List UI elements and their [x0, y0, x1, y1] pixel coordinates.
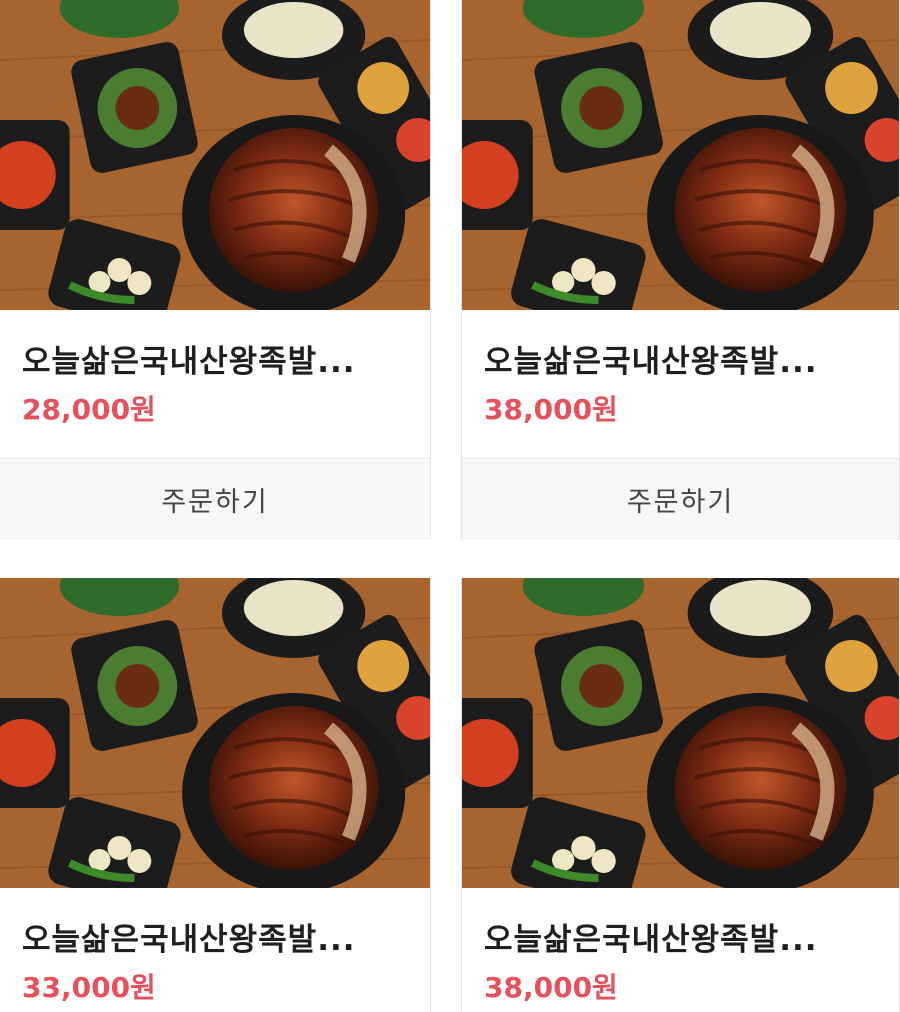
order-button[interactable]: 주문하기 [0, 458, 430, 540]
product-name[interactable]: 오늘삶은국내산왕족발... [484, 336, 864, 381]
product-card[interactable]: 오늘삶은국내산왕족발... 38,000원 주문하기 [461, 0, 900, 540]
product-price: 28,000원 [22, 393, 156, 426]
product-price: 33,000원 [22, 971, 156, 1004]
product-card[interactable]: 오늘삶은국내산왕족발... 33,000원 [0, 578, 431, 1012]
product-image[interactable] [462, 0, 899, 310]
product-image[interactable] [0, 578, 430, 888]
product-card[interactable]: 오늘삶은국내산왕족발... 38,000원 [461, 578, 900, 1012]
product-name[interactable]: 오늘삶은국내산왕족발... [484, 914, 864, 959]
product-price: 38,000원 [484, 971, 618, 1004]
product-name[interactable]: 오늘삶은국내산왕족발... [22, 914, 402, 959]
product-image[interactable] [0, 0, 430, 310]
order-button[interactable]: 주문하기 [462, 458, 899, 540]
product-price: 38,000원 [484, 393, 618, 426]
product-name[interactable]: 오늘삶은국내산왕족발... [22, 336, 402, 381]
product-image[interactable] [462, 578, 899, 888]
product-card[interactable]: 오늘삶은국내산왕족발... 28,000원 주문하기 [0, 0, 431, 540]
